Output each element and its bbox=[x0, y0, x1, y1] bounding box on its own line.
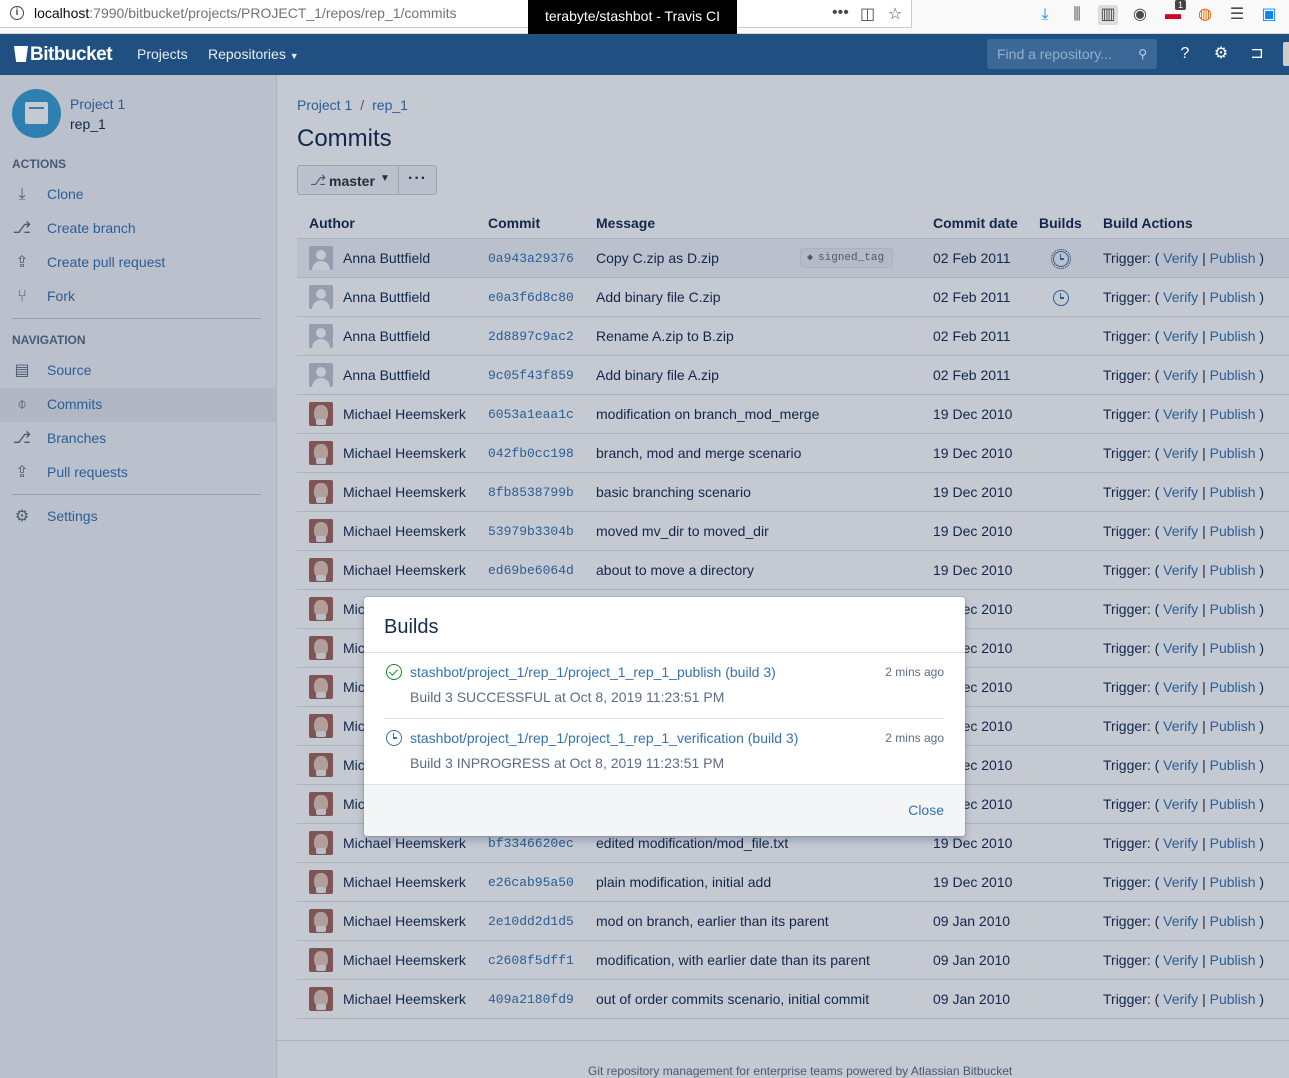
zoom-app-icon[interactable]: ▣ bbox=[1259, 5, 1279, 25]
build-description: Build 3 SUCCESSFUL at Oct 8, 2019 11:23:… bbox=[410, 689, 725, 705]
bookmark-star-icon[interactable]: ☆ bbox=[888, 4, 902, 24]
bitbucket-logo[interactable]: Bitbucket bbox=[14, 44, 113, 66]
search-icon: ⚲ bbox=[1138, 47, 1147, 61]
page-actions-icon[interactable]: ••• bbox=[832, 4, 849, 22]
tab-tooltip: terabyte/stashbot - Travis CI bbox=[528, 0, 737, 36]
url-bar[interactable]: i localhost:7990/bitbucket/projects/PROJ… bbox=[0, 0, 912, 28]
url-text[interactable]: localhost:7990/bitbucket/projects/PROJEC… bbox=[34, 5, 457, 21]
user-avatar[interactable] bbox=[1283, 42, 1289, 66]
build-link[interactable]: stashbot/project_1/rep_1/project_1_rep_1… bbox=[410, 730, 798, 746]
in-progress-clock-icon bbox=[386, 730, 402, 746]
menu-lines-icon[interactable]: ☰ bbox=[1227, 5, 1247, 25]
close-button[interactable]: Close bbox=[908, 802, 944, 818]
build-description: Build 3 INPROGRESS at Oct 8, 2019 11:23:… bbox=[410, 755, 725, 771]
inbox-icon[interactable]: ⊐ bbox=[1247, 44, 1267, 64]
build-time: 2 mins ago bbox=[885, 665, 944, 679]
download-icon[interactable]: ⤓ bbox=[1035, 5, 1055, 25]
build-item: stashbot/project_1/rep_1/project_1_rep_1… bbox=[384, 719, 944, 785]
build-link[interactable]: stashbot/project_1/rep_1/project_1_rep_1… bbox=[410, 664, 776, 680]
help-icon[interactable]: ? bbox=[1175, 44, 1195, 64]
library-icon[interactable]: ⫼ bbox=[1067, 5, 1087, 25]
site-info-icon[interactable]: i bbox=[10, 6, 24, 20]
nav-repositories[interactable]: Repositories ▼ bbox=[208, 46, 299, 62]
sidebar-toggle-icon[interactable]: ▥ bbox=[1098, 5, 1118, 25]
success-check-icon bbox=[386, 664, 402, 680]
repository-search-input[interactable]: Find a repository... ⚲ bbox=[987, 39, 1157, 69]
pocket-icon[interactable]: ◫ bbox=[860, 4, 875, 24]
dialog-footer: Close bbox=[364, 784, 965, 836]
notification-badge: 1 bbox=[1175, 0, 1187, 10]
build-item: stashbot/project_1/rep_1/project_1_rep_1… bbox=[384, 653, 944, 719]
nav-projects[interactable]: Projects bbox=[137, 46, 188, 62]
gear-icon[interactable]: ⚙ bbox=[1211, 44, 1231, 64]
app-header: Bitbucket Projects Repositories ▼ Find a… bbox=[0, 34, 1289, 75]
builds-dialog: Builds stashbot/project_1/rep_1/project_… bbox=[364, 597, 965, 836]
dialog-title: Builds bbox=[384, 616, 439, 638]
chevron-down-icon: ▼ bbox=[289, 51, 299, 61]
addon-icon[interactable]: ◍ bbox=[1195, 5, 1215, 25]
browser-toolbar: i localhost:7990/bitbucket/projects/PROJ… bbox=[0, 0, 1289, 36]
build-time: 2 mins ago bbox=[885, 731, 944, 745]
bitbucket-logo-icon bbox=[14, 46, 28, 62]
modal-blanket[interactable] bbox=[0, 75, 1289, 1078]
account-icon[interactable]: ◉ bbox=[1130, 5, 1150, 25]
